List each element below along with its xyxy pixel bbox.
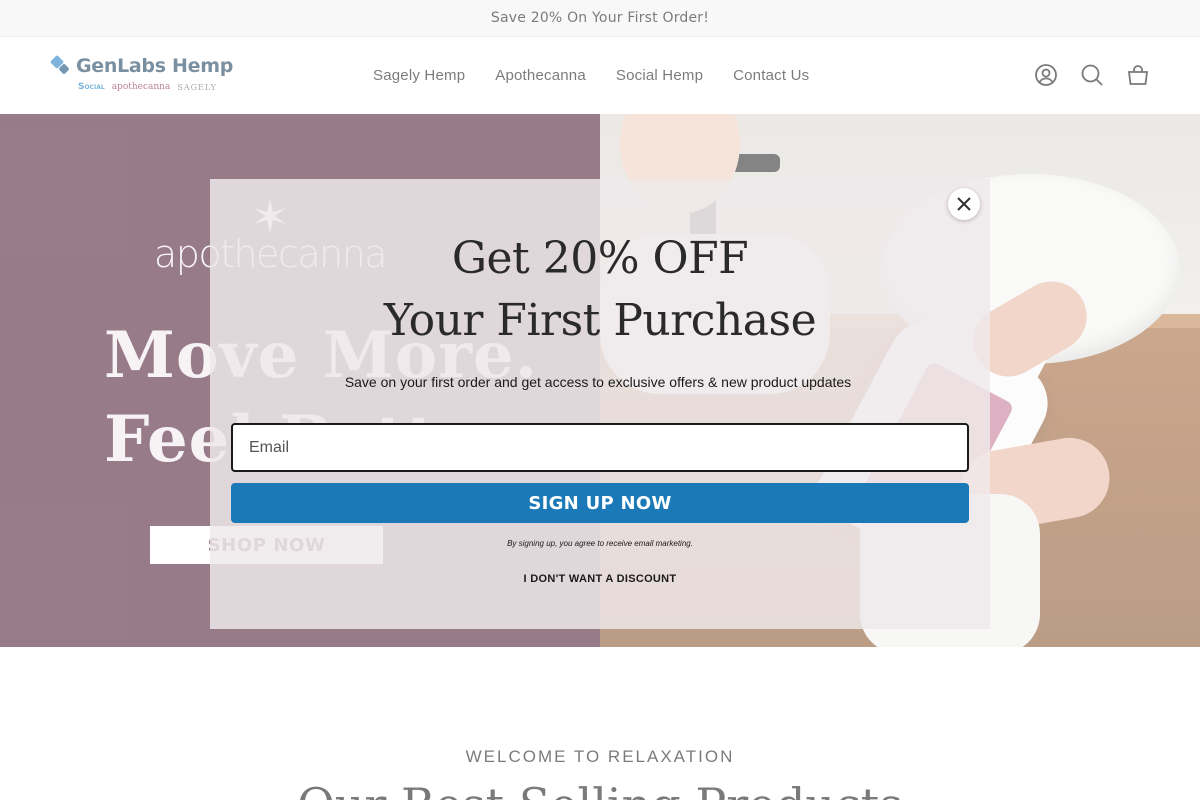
sign-up-button[interactable]: SIGN UP NOW [231, 483, 969, 523]
decline-discount-link[interactable]: I DON'T WANT A DISCOUNT [210, 573, 990, 585]
popup-subtitle: Save on your first order and get access … [344, 374, 852, 390]
discount-popup: Get 20% OFF Your First Purchase Save on … [210, 179, 990, 629]
popup-title-line1: Get 20% OFF [451, 233, 749, 284]
email-field[interactable] [231, 423, 969, 472]
close-icon [957, 197, 971, 211]
popup-legal-text: By signing up, you agree to receive emai… [507, 539, 693, 548]
popup-title-line2: Your First Purchase [383, 295, 817, 346]
close-popup-button[interactable] [948, 188, 980, 220]
